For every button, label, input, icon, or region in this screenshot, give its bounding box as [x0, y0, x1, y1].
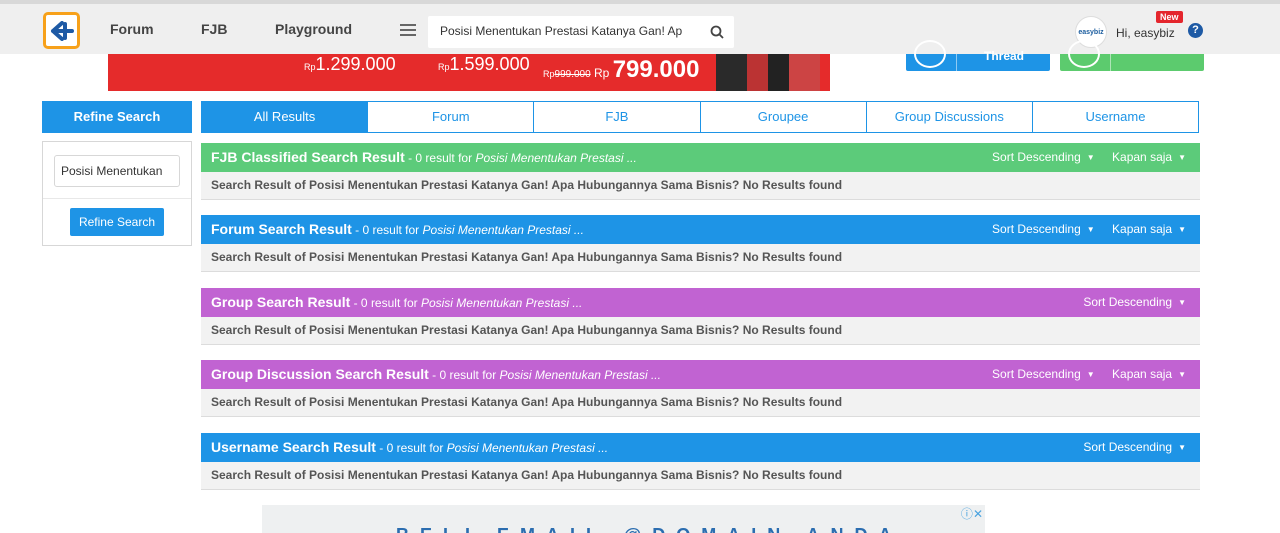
banner-price-3: Rp999.000 Rp 799.000 — [543, 56, 700, 83]
result-header: Group Discussion Search Result - 0 resul… — [201, 360, 1200, 389]
result-query: Posisi Menentukan Prestasi ... — [446, 441, 609, 455]
sort-dropdown[interactable]: Sort Descending ▼ — [1083, 433, 1186, 462]
create-thread-button[interactable]: Thread — [906, 40, 1050, 71]
search-input[interactable] — [440, 24, 688, 38]
time-filter-dropdown[interactable]: Kapan saja ▼ — [1112, 143, 1186, 172]
result-header: FJB Classified Search Result - 0 result … — [201, 143, 1200, 172]
tab-groupee[interactable]: Groupee — [700, 102, 867, 132]
result-query: Posisi Menentukan Prestasi ... — [420, 296, 583, 310]
caret-down-icon: ▼ — [1178, 443, 1186, 453]
new-badge: New — [1156, 11, 1183, 23]
sort-dropdown[interactable]: Sort Descending ▼ — [992, 360, 1095, 389]
result-count: - 0 result for — [375, 441, 447, 455]
result-message: Search Result of Posisi Menentukan Prest… — [201, 462, 1200, 490]
tab-group-discussions[interactable]: Group Discussions — [866, 102, 1033, 132]
refine-search-input[interactable] — [54, 155, 180, 187]
caret-down-icon: ▼ — [1178, 370, 1186, 380]
result-title: Username Search Result — [211, 439, 376, 455]
result-tabs: All Results Forum FJB Groupee Group Disc… — [201, 101, 1199, 133]
help-icon[interactable]: ? — [1188, 23, 1203, 38]
nav-playground-link[interactable]: Playground — [275, 21, 352, 37]
result-header: Group Search Result - 0 result for Posis… — [201, 288, 1200, 317]
result-query: Posisi Menentukan Prestasi ... — [475, 151, 637, 165]
sort-dropdown[interactable]: Sort Descending ▼ — [992, 143, 1095, 172]
caret-down-icon: ▼ — [1178, 298, 1186, 308]
tab-fjb[interactable]: FJB — [534, 102, 701, 132]
result-title: FJB Classified Search Result — [211, 149, 405, 165]
banner-price-1: Rp1.299.000 — [304, 54, 396, 74]
username-result-section: Username Search Result - 0 result for Po… — [201, 433, 1200, 490]
kaskus-logo-icon[interactable] — [43, 12, 80, 49]
caret-down-icon: ▼ — [1086, 370, 1095, 380]
search-icon[interactable] — [710, 25, 724, 39]
refine-search-header: Refine Search — [42, 101, 192, 133]
create-thread-label: Thread — [984, 49, 1025, 63]
caret-down-icon: ▼ — [1086, 153, 1095, 163]
bottom-ad[interactable]: BELI EMAIL @DOMAIN ANDA ⓘ✕ — [262, 505, 985, 533]
phone-image — [716, 54, 820, 91]
tab-username[interactable]: Username — [1032, 102, 1199, 132]
search-box — [428, 16, 734, 48]
result-count: - 0 result for — [428, 368, 500, 382]
result-message: Search Result of Posisi Menentukan Prest… — [201, 172, 1200, 200]
hamburger-menu-icon[interactable] — [400, 24, 416, 36]
result-query: Posisi Menentukan Prestasi ... — [422, 223, 584, 237]
user-greeting[interactable]: Hi, easybiz — [1116, 26, 1175, 40]
group-result-section: Group Search Result - 0 result for Posis… — [201, 288, 1200, 345]
refine-search-button[interactable]: Refine Search — [70, 208, 164, 236]
sort-dropdown[interactable]: Sort Descending ▼ — [992, 215, 1095, 244]
caret-down-icon: ▼ — [1178, 153, 1186, 163]
promo-banner[interactable]: Rp1.299.000 Rp1.599.000 Rp999.000 Rp 799… — [108, 54, 830, 91]
result-count: - 0 result for — [351, 223, 423, 237]
fjb-result-section: FJB Classified Search Result - 0 result … — [201, 143, 1200, 200]
tab-all-results[interactable]: All Results — [202, 102, 369, 132]
result-message: Search Result of Posisi Menentukan Prest… — [201, 389, 1200, 417]
nav-forum-link[interactable]: Forum — [110, 21, 154, 37]
divider — [43, 198, 191, 199]
ad-close-icon[interactable]: ✕ — [973, 507, 983, 521]
ad-info-icon[interactable]: ⓘ — [961, 507, 973, 521]
tab-forum[interactable]: Forum — [368, 102, 535, 132]
time-filter-dropdown[interactable]: Kapan saja ▼ — [1112, 360, 1186, 389]
ad-text: BELI EMAIL @DOMAIN ANDA — [396, 525, 903, 533]
result-query: Posisi Menentukan Prestasi ... — [499, 368, 661, 382]
create-post-button[interactable] — [1060, 40, 1204, 71]
result-message: Search Result of Posisi Menentukan Prest… — [201, 244, 1200, 272]
result-count: - 0 result for — [404, 151, 476, 165]
caret-down-icon: ▼ — [1178, 225, 1186, 235]
banner-price-2: Rp1.599.000 — [438, 54, 530, 74]
forum-result-section: Forum Search Result - 0 result for Posis… — [201, 215, 1200, 272]
result-header: Forum Search Result - 0 result for Posis… — [201, 215, 1200, 244]
nav-fjb-link[interactable]: FJB — [201, 21, 227, 37]
ad-controls: ⓘ✕ — [961, 505, 983, 522]
refine-search-panel: Refine Search — [42, 141, 192, 246]
time-filter-dropdown[interactable]: Kapan saja ▼ — [1112, 215, 1186, 244]
sort-dropdown[interactable]: Sort Descending ▼ — [1083, 288, 1186, 317]
result-header: Username Search Result - 0 result for Po… — [201, 433, 1200, 462]
result-count: - 0 result for — [350, 296, 421, 310]
result-message: Search Result of Posisi Menentukan Prest… — [201, 317, 1200, 345]
result-title: Forum Search Result — [211, 221, 352, 237]
result-title: Group Discussion Search Result — [211, 366, 429, 382]
result-title: Group Search Result — [211, 294, 351, 310]
group-discussion-result-section: Group Discussion Search Result - 0 resul… — [201, 360, 1200, 417]
caret-down-icon: ▼ — [1086, 225, 1095, 235]
